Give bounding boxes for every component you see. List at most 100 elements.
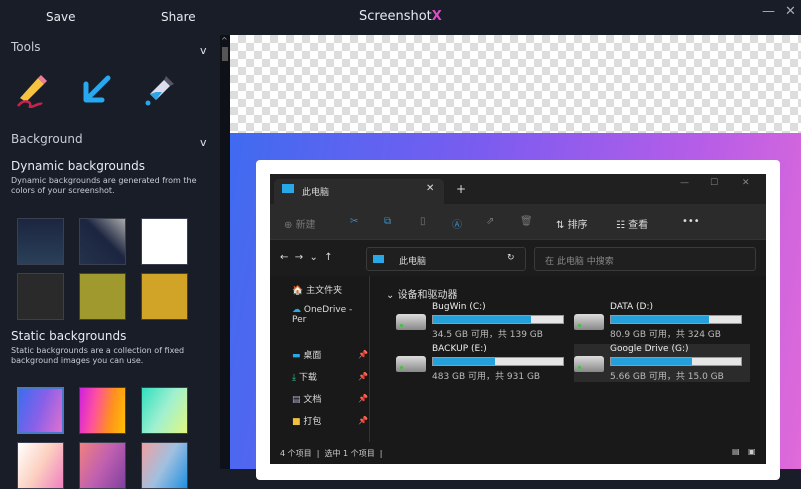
- explorer-nav-pane: 🏠 主文件夹 ☁ OneDrive - Per ▬ 桌面 ⤓ 下载 ▤ 文档 ■…: [270, 276, 370, 442]
- drive-usage-bar: [432, 357, 564, 366]
- drive-name: DATA (D:): [610, 302, 654, 312]
- app-title: ScreenshotX: [359, 9, 442, 24]
- search-box: 在 此电脑 中搜索: [534, 247, 756, 271]
- dynamic-bg-swatch-1[interactable]: [17, 218, 64, 265]
- pin-icon: 📌: [358, 350, 368, 359]
- nav-label: 打包: [303, 417, 322, 427]
- tools-label: Tools: [11, 40, 41, 54]
- color-picker-tool-icon[interactable]: [142, 72, 178, 108]
- dynamic-bg-swatch-4[interactable]: [17, 273, 64, 320]
- close-button[interactable]: ✕: [785, 4, 796, 19]
- static-bg-swatch-3[interactable]: [141, 387, 188, 434]
- drive-c: BugWin (C:) 34.5 GB 可用，共 139 GB: [396, 302, 572, 340]
- search-placeholder: 在 此电脑 中搜索: [545, 257, 614, 267]
- drive-e: BACKUP (E:) 483 GB 可用，共 931 GB: [396, 344, 572, 382]
- drive-icon: [396, 356, 426, 372]
- static-bg-swatch-4[interactable]: [17, 442, 64, 489]
- background-collapse-chevron-icon[interactable]: v: [200, 136, 207, 149]
- drive-name: BugWin (C:): [432, 302, 486, 312]
- dynamic-backgrounds-desc: Dynamic backgrounds are generated from t…: [11, 176, 197, 195]
- drive-size: 80.9 GB 可用，共 324 GB: [610, 330, 721, 340]
- static-bg-swatch-5[interactable]: [79, 442, 126, 489]
- static-bg-swatch-2[interactable]: [79, 387, 126, 434]
- background-label: Background: [11, 132, 83, 146]
- nav-label: 文档: [303, 395, 322, 405]
- preview-canvas: 此电脑 ✕ + — ☐ ✕ ⊕ 新建 ✂ ⧉ ▯ Ⓐ ⇗ 🗑 ⇅ 排序 ☷ 查看…: [230, 35, 801, 480]
- pin-icon: 📌: [358, 372, 368, 381]
- dynamic-bg-swatch-5[interactable]: [79, 273, 126, 320]
- window-maximize-icon: ☐: [710, 178, 719, 188]
- details-view-icon: ▤: [732, 447, 740, 456]
- pin-icon: 📌: [358, 416, 368, 425]
- nav-item-desktop: ▬ 桌面: [292, 348, 321, 361]
- drive-usage-bar: [610, 357, 742, 366]
- rename-icon: Ⓐ: [452, 220, 462, 231]
- computer-icon: [282, 184, 294, 193]
- file-explorer-screenshot: 此电脑 ✕ + — ☐ ✕ ⊕ 新建 ✂ ⧉ ▯ Ⓐ ⇗ 🗑 ⇅ 排序 ☷ 查看…: [270, 174, 766, 464]
- drive-usage-bar: [610, 315, 742, 324]
- window-minimize-icon: —: [680, 178, 689, 188]
- share-icon: ⇗: [486, 216, 495, 227]
- scroll-up-icon[interactable]: ^: [221, 36, 228, 45]
- nav-label: 桌面: [303, 351, 322, 361]
- drive-icon: [396, 314, 426, 330]
- paste-icon: ▯: [420, 216, 426, 227]
- share-button[interactable]: Share: [161, 10, 196, 24]
- new-tab-icon: +: [456, 182, 467, 196]
- explorer-address-row: ← → ⌄ ↑ 此电脑 ↻ 在 此电脑 中搜索: [270, 240, 766, 276]
- new-icon: ⊕ 新建: [284, 220, 316, 231]
- pencil-tool-icon[interactable]: [14, 72, 50, 108]
- explorer-tab: 此电脑 ✕: [274, 179, 444, 204]
- static-backgrounds-title: Static backgrounds: [11, 329, 127, 343]
- save-button[interactable]: Save: [46, 10, 75, 24]
- nav-item-downloads: ⤓ 下载: [292, 370, 317, 383]
- cut-icon: ✂: [350, 216, 359, 227]
- drive-name: Google Drive (G:): [610, 344, 689, 354]
- app-title-text: Screenshot: [359, 9, 432, 24]
- more-icon: •••: [682, 216, 700, 227]
- dynamic-bg-swatch-6[interactable]: [141, 273, 188, 320]
- scrollbar-thumb[interactable]: [222, 47, 228, 61]
- static-bg-swatch-6[interactable]: [141, 442, 188, 489]
- arrow-tool-icon[interactable]: [78, 72, 114, 108]
- status-items: 4 个项目: [280, 449, 312, 458]
- cloud-icon: ☁: [292, 305, 301, 315]
- nav-item-documents: ▤ 文档: [292, 392, 321, 405]
- drive-g: Google Drive (G:) 5.66 GB 可用，共 15.0 GB: [574, 344, 750, 382]
- address-computer-icon: [373, 255, 384, 263]
- tab-close-icon: ✕: [426, 183, 435, 194]
- nav-arrows-icon: ← → ⌄ ↑: [280, 252, 333, 263]
- drive-size: 5.66 GB 可用，共 15.0 GB: [610, 372, 724, 382]
- pin-icon: 📌: [358, 394, 368, 403]
- static-bg-swatch-1[interactable]: [17, 387, 64, 434]
- sort-icon: ⇅ 排序: [556, 220, 588, 231]
- tab-title: 此电脑: [302, 188, 330, 198]
- new-label: 新建: [295, 220, 316, 231]
- dynamic-bg-swatch-2[interactable]: [79, 218, 126, 265]
- document-icon: ▤: [292, 395, 301, 405]
- sidebar: Tools v Background v Dynamic backgrounds…: [0, 35, 220, 489]
- desktop-icon: ▬: [292, 351, 301, 361]
- tools-collapse-chevron-icon[interactable]: v: [200, 44, 207, 57]
- nav-item-home: 🏠 主文件夹: [292, 286, 343, 296]
- app-logo-x: X: [431, 9, 442, 24]
- dynamic-bg-swatch-3[interactable]: [141, 218, 188, 265]
- refresh-icon: ↻: [507, 253, 515, 263]
- view-icon: ☷ 查看: [616, 220, 649, 231]
- sidebar-scrollbar[interactable]: ^: [220, 35, 230, 469]
- nav-label: OneDrive - Per: [292, 305, 353, 325]
- folder-icon: ■: [292, 417, 301, 427]
- static-backgrounds-desc: Static backgrounds are a collection of f…: [11, 346, 185, 365]
- window-close-icon: ✕: [742, 178, 750, 188]
- minimize-button[interactable]: —: [762, 4, 775, 19]
- drive-icon: [574, 314, 604, 330]
- dynamic-backgrounds-title: Dynamic backgrounds: [11, 159, 145, 173]
- drive-d: DATA (D:) 80.9 GB 可用，共 324 GB: [574, 302, 750, 340]
- drive-size: 483 GB 可用，共 931 GB: [432, 372, 541, 382]
- status-selected: 选中 1 个项目: [324, 449, 375, 458]
- sort-label: 排序: [567, 220, 588, 231]
- address-text: 此电脑: [399, 257, 427, 267]
- drive-name: BACKUP (E:): [432, 344, 487, 354]
- view-label: 查看: [628, 220, 649, 231]
- copy-icon: ⧉: [384, 216, 392, 227]
